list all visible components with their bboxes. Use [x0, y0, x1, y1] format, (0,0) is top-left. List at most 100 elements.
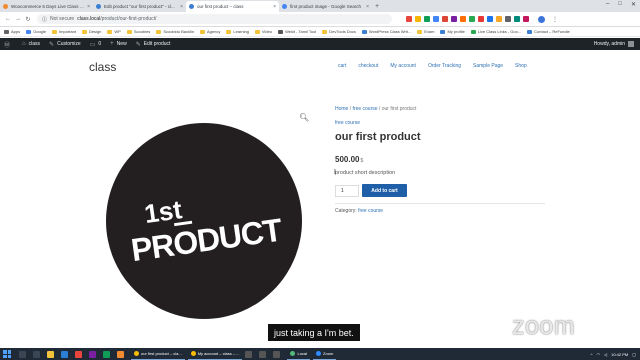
reload-icon[interactable]: ↻	[23, 16, 33, 23]
vscode-icon[interactable]	[61, 350, 68, 358]
admin-edit-product[interactable]: ✎ Edit product	[136, 41, 171, 48]
admin-new[interactable]: + New	[110, 41, 127, 47]
app-icon[interactable]	[89, 350, 96, 358]
bookmark-folder[interactable]: Scoobidu Backlin	[156, 29, 194, 34]
clock[interactable]: 10:42 PM	[611, 352, 628, 357]
bookmark-folder[interactable]: Learning	[226, 29, 249, 34]
extension-icon[interactable]	[469, 16, 475, 22]
quantity-input[interactable]: 1	[335, 185, 359, 197]
add-to-cart-button[interactable]: Add to cart	[362, 184, 407, 197]
bookmark-folder[interactable]: Important	[52, 29, 76, 34]
app-icon[interactable]	[103, 350, 110, 358]
minimize-icon[interactable]: –	[606, 1, 609, 8]
app-icon[interactable]	[245, 350, 253, 358]
search-icon[interactable]	[19, 350, 26, 358]
tab-title: Edit product "our first product" - cl...	[104, 4, 175, 9]
app-icon[interactable]	[259, 350, 267, 358]
magnifier-icon[interactable]: 🔍︎	[299, 113, 309, 122]
file-explorer-icon[interactable]	[47, 350, 54, 358]
close-tab-icon[interactable]: ×	[87, 4, 90, 10]
new-tab-button[interactable]: +	[372, 1, 382, 12]
bookmark-folder[interactable]: Scoobies	[126, 29, 150, 34]
folder-icon	[81, 29, 87, 34]
admin-comments[interactable]: ▭ 0	[90, 41, 101, 48]
site-title[interactable]: class	[89, 60, 116, 74]
extension-icon[interactable]	[415, 16, 421, 22]
bookmark-item[interactable]: Live Class Links - Goo...	[470, 29, 521, 34]
nav-checkout[interactable]: checkout	[358, 63, 378, 69]
notifications-icon[interactable]: ▢	[632, 352, 636, 357]
browser-tab-active[interactable]: our first product – class ×	[186, 1, 279, 12]
bookmark-folder[interactable]: WP	[107, 29, 121, 34]
browser-tab[interactable]: Edit product "our first product" - cl...…	[93, 1, 186, 12]
extension-icon[interactable]	[406, 16, 412, 22]
bookmark-item[interactable]: Google	[26, 29, 46, 34]
close-window-icon[interactable]: ✕	[631, 1, 636, 8]
extension-icon[interactable]	[478, 16, 484, 22]
bookmark-folder[interactable]: Exam	[417, 29, 434, 34]
tray-arrow-icon[interactable]: ^	[591, 352, 593, 357]
wp-logo-button[interactable]: Ⓦ	[4, 40, 13, 49]
extension-icon[interactable]	[460, 16, 466, 22]
bookmark-item[interactable]: Wekit - Tamil Tool	[278, 29, 316, 34]
taskbar-app-zoom[interactable]: Zoom	[313, 348, 337, 360]
nav-shop[interactable]: Shop	[515, 63, 527, 69]
bookmark-icon	[470, 29, 476, 34]
bookmark-folder[interactable]: Video	[254, 29, 272, 34]
nav-cart[interactable]: cart	[338, 63, 346, 69]
product-category-link[interactable]: free course	[335, 120, 360, 126]
extension-icon[interactable]	[523, 16, 529, 22]
close-tab-icon[interactable]: ×	[180, 4, 183, 10]
menu-kebab-icon[interactable]: ⋮	[552, 16, 558, 23]
maximize-icon[interactable]: □	[618, 1, 622, 8]
browser-tab[interactable]: Woocommerce 6 Days Live Class | ... ×	[0, 1, 93, 12]
extension-icon[interactable]	[505, 16, 511, 22]
extension-icon[interactable]	[433, 16, 439, 22]
taskbar-app-chrome[interactable]: our first product – cla...	[131, 348, 185, 360]
forward-icon[interactable]: →	[13, 16, 23, 22]
bookmark-folder[interactable]: Agency	[200, 29, 220, 34]
admin-customize[interactable]: ✎ Customize	[49, 41, 81, 48]
close-tab-icon[interactable]: ×	[273, 4, 276, 10]
nav-order-tracking[interactable]: Order Tracking	[428, 63, 461, 69]
taskbar-app-local[interactable]: Local	[287, 348, 311, 360]
browser-tab-strip: Woocommerce 6 Days Live Class | ... × Ed…	[0, 0, 640, 12]
extension-icon[interactable]	[496, 16, 502, 22]
app-icon[interactable]	[75, 350, 82, 358]
bookmark-item[interactable]: Contact – ReFundie	[527, 29, 570, 34]
extension-icon[interactable]	[451, 16, 457, 22]
breadcrumb-category[interactable]: free course	[353, 106, 378, 112]
extension-icon[interactable]	[487, 16, 493, 22]
product-meta-category-link[interactable]: free course	[358, 208, 383, 214]
extension-icon[interactable]	[424, 16, 430, 22]
bookmark-folder[interactable]: Design	[81, 29, 101, 34]
close-tab-icon[interactable]: ×	[366, 4, 369, 10]
nav-sample-page[interactable]: Sample Page	[473, 63, 503, 69]
windows-start-icon[interactable]	[3, 350, 11, 358]
volume-icon[interactable]: ◁	[604, 352, 607, 357]
admin-site-name[interactable]: ⌂ class	[22, 41, 40, 47]
folder-icon	[126, 29, 132, 34]
extension-icon[interactable]	[514, 16, 520, 22]
taskbar-app-chrome[interactable]: My account – class – ...	[187, 348, 243, 360]
browser-tab[interactable]: first product image - Google Search ×	[279, 1, 372, 12]
bookmark-item[interactable]: WordPress Class Writ...	[361, 29, 411, 34]
breadcrumb-home[interactable]: Home	[335, 106, 348, 112]
back-icon[interactable]: ←	[3, 16, 13, 22]
extension-icon[interactable]	[442, 16, 448, 22]
wifi-icon[interactable]: ◠	[597, 352, 601, 357]
bookmark-folder[interactable]: DevTools Docs	[322, 29, 356, 34]
bookmark-item[interactable]: My profile	[440, 29, 465, 34]
app-icon[interactable]	[117, 350, 124, 358]
product-image[interactable]: 1st PRODUCT	[106, 123, 302, 319]
info-icon[interactable]: ⓘ	[42, 16, 47, 23]
profile-avatar-icon[interactable]	[538, 15, 545, 23]
nav-my-account[interactable]: My account	[390, 63, 416, 69]
bookmark-item[interactable]: Apps	[4, 29, 20, 34]
task-view-icon[interactable]	[33, 350, 40, 358]
admin-account-menu[interactable]: Howdy, admin	[594, 38, 634, 50]
chrome-icon	[190, 351, 196, 356]
tab-title: Woocommerce 6 Days Live Class | ...	[11, 4, 86, 9]
app-icon[interactable]	[273, 350, 281, 358]
address-bar[interactable]: ⓘ Not secure class.local/product/our-fir…	[37, 14, 392, 24]
